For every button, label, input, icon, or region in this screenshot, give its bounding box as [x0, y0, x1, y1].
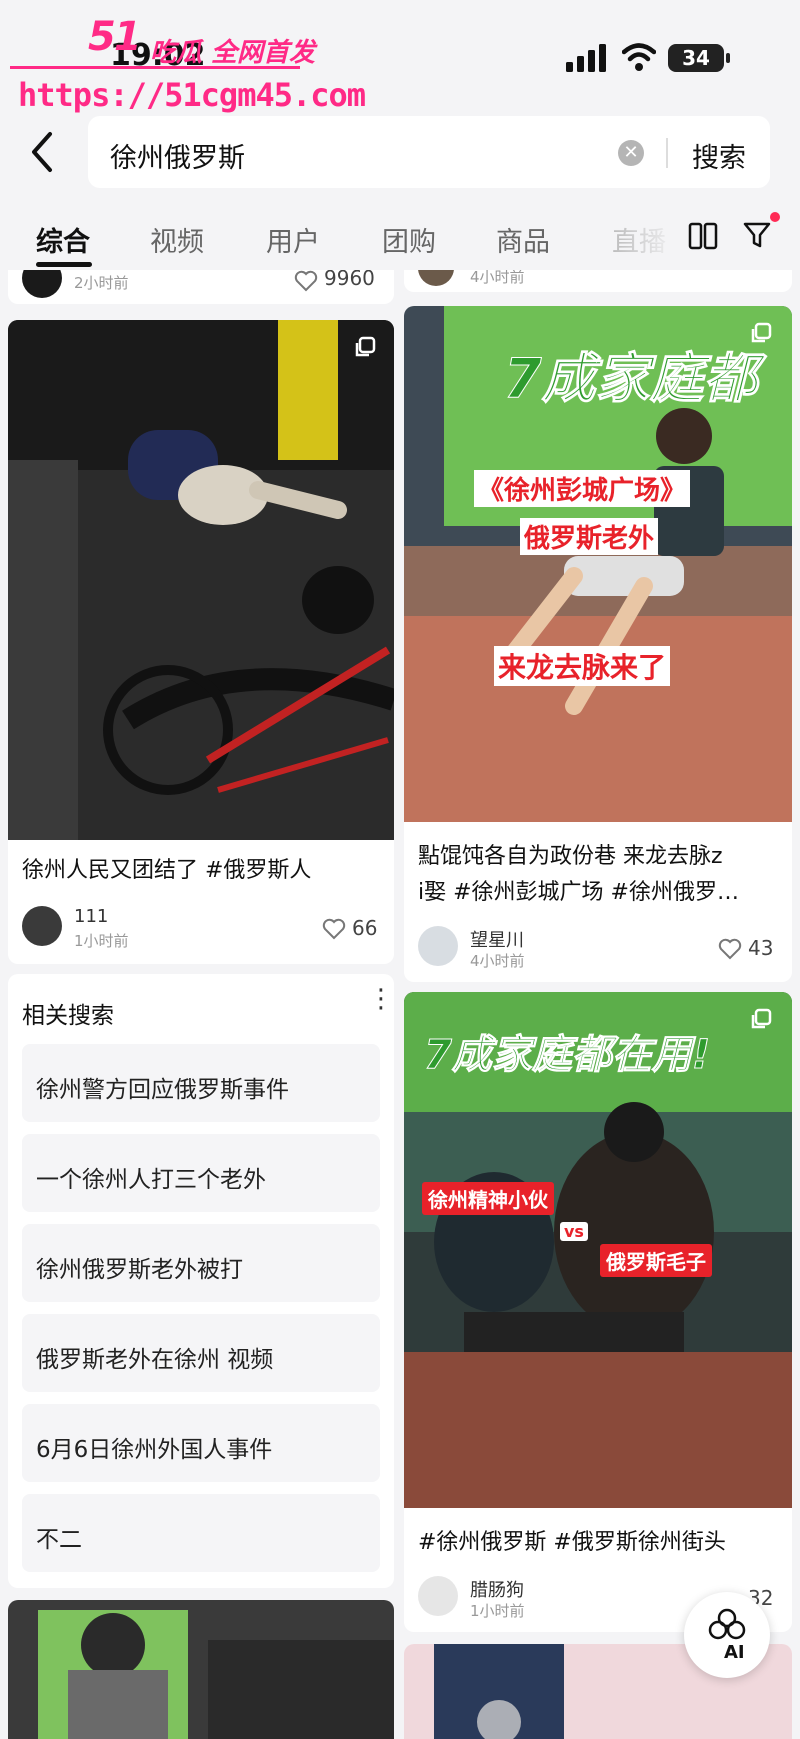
tab-products[interactable]: 商品	[496, 220, 550, 259]
overlay-text: 俄罗斯老外	[520, 518, 659, 555]
battery-tip	[726, 53, 730, 63]
related-search-text[interactable]: 6月6日徐州外国人事件	[36, 1430, 272, 1464]
search-query[interactable]: 徐州俄罗斯	[110, 136, 245, 175]
ai-assistant-button[interactable]: AI	[684, 1592, 770, 1678]
card-partial-left[interactable]: 2小时前 9960	[8, 270, 394, 304]
tab-group-buy[interactable]: 团购	[382, 220, 436, 259]
like-count: 9960	[324, 270, 375, 290]
avatar	[418, 926, 458, 966]
related-search-text[interactable]: 徐州俄罗斯老外被打	[36, 1250, 243, 1284]
more-icon[interactable]: ⋮	[368, 986, 394, 1012]
username: 望星川	[470, 930, 524, 951]
back-arrow-icon[interactable]	[24, 128, 60, 176]
filter-icon[interactable]	[742, 220, 772, 250]
watermark-line	[10, 66, 300, 69]
cellular-signal-icon	[566, 44, 606, 72]
avatar	[418, 270, 454, 286]
card-title-line2: i娶 #徐州彭城广场 #徐州俄罗…	[418, 880, 739, 905]
card-time: 1小时前	[470, 1602, 525, 1620]
copy-icon	[751, 322, 772, 343]
ai-label: AI	[724, 1642, 745, 1663]
tab-active-indicator	[36, 262, 92, 267]
card-time: 4小时前	[470, 270, 525, 286]
card-partial-right[interactable]: 4小时前	[404, 270, 792, 292]
tab-fade	[590, 206, 680, 266]
overlay-label-right: 俄罗斯毛子	[600, 1244, 712, 1277]
battery-icon: 34	[668, 44, 724, 72]
related-search-text[interactable]: 不二	[36, 1520, 82, 1554]
video-thumbnail	[8, 1600, 394, 1739]
overlay-text: 《徐州彭城广场》	[474, 470, 691, 507]
banner-text: 7成家庭都	[504, 347, 759, 411]
watermark-url: https://51cgm45.com	[18, 76, 366, 114]
tab-all[interactable]: 综合	[36, 220, 90, 259]
search-divider	[666, 138, 668, 168]
avatar	[418, 1576, 458, 1616]
watermark-logo: 51	[88, 14, 142, 60]
video-card-1[interactable]: 徐州人民又团结了 #俄罗斯人 111 1小时前 66	[8, 320, 394, 964]
card-time: 1小时前	[74, 932, 129, 950]
card-title: 徐州人民又团结了 #俄罗斯人	[22, 858, 312, 883]
banner-text: 7成家庭都在用!	[423, 1032, 711, 1079]
video-card-3[interactable]: 7成家庭都在用! 徐州精神小伙 vs 俄罗斯毛子 #徐州俄罗斯 #俄罗斯徐州街头…	[404, 992, 792, 1632]
clear-icon[interactable]: ✕	[618, 140, 644, 166]
copy-icon	[355, 336, 376, 357]
tab-video[interactable]: 视频	[150, 220, 204, 259]
avatar	[22, 270, 62, 298]
overlay-label-left: 徐州精神小伙	[422, 1182, 554, 1215]
related-search-text[interactable]: 一个徐州人打三个老外	[36, 1160, 266, 1194]
card-time: 4小时前	[470, 952, 525, 970]
copy-icon	[751, 1008, 772, 1029]
card-time: 2小时前	[74, 274, 129, 292]
heart-icon[interactable]	[718, 938, 742, 960]
tab-users[interactable]: 用户	[266, 220, 320, 259]
heart-icon[interactable]	[294, 270, 318, 292]
username: 111	[74, 906, 109, 927]
filter-badge-dot	[770, 212, 780, 222]
related-searches-title: 相关搜索	[22, 1003, 114, 1029]
overlay-text: 来龙去脉来了	[494, 646, 671, 686]
wifi-icon	[622, 43, 656, 71]
overlay-label-vs: vs	[560, 1222, 588, 1241]
like-count: 66	[352, 916, 378, 940]
video-card-2[interactable]: 7成家庭都 《徐州彭城广场》 俄罗斯老外 来龙去脉来了 點馄饨各自为政份巷 来龙…	[404, 306, 792, 982]
card-title-line1: 點馄饨各自为政份巷 来龙去脉z	[418, 844, 723, 869]
video-thumbnail	[8, 320, 394, 840]
dual-column-icon[interactable]	[688, 222, 718, 250]
like-count: 43	[748, 936, 774, 960]
watermark-tag: 吃瓜 全网首发	[150, 38, 316, 68]
video-card-4[interactable]	[8, 1600, 394, 1739]
search-button[interactable]: 搜索	[692, 136, 746, 175]
card-title: #徐州俄罗斯 #俄罗斯徐州街头	[418, 1530, 726, 1555]
heart-icon[interactable]	[322, 918, 346, 940]
related-search-text[interactable]: 徐州警方回应俄罗斯事件	[36, 1070, 289, 1104]
related-search-text[interactable]: 俄罗斯老外在徐州 视频	[36, 1340, 273, 1374]
avatar	[22, 906, 62, 946]
username: 腊肠狗	[470, 1580, 524, 1601]
